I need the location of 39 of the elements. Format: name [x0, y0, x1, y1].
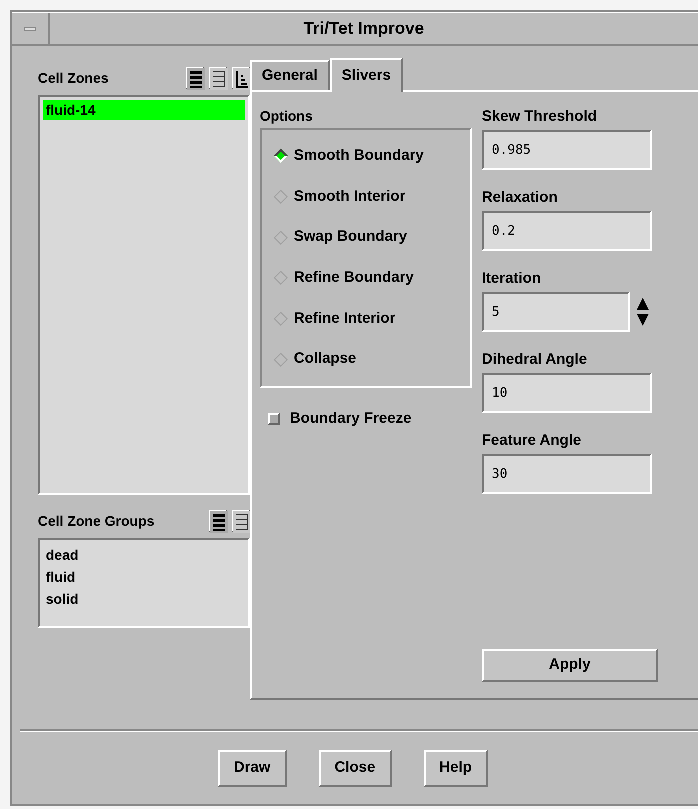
list-label: Cell Zones — [38, 68, 109, 88]
select-all-icon[interactable] — [209, 510, 227, 532]
input-field[interactable]: 5 — [482, 292, 630, 332]
input-field[interactable]: 10 — [482, 373, 652, 413]
field-label: Relaxation — [482, 188, 559, 208]
radio-option[interactable]: Refine Interior — [276, 308, 470, 330]
input-field[interactable]: 0.985 — [482, 130, 652, 170]
minus-icon — [24, 26, 36, 30]
list-item[interactable]: dead — [46, 544, 242, 566]
apply-button[interactable]: Apply — [482, 649, 658, 682]
radio-option[interactable]: Smooth Interior — [276, 186, 470, 208]
radio-option[interactable]: Smooth Boundary — [276, 145, 470, 168]
field-label: Dihedral Angle — [482, 350, 588, 370]
list-item[interactable]: solid — [46, 588, 242, 610]
field-label: Iteration — [482, 269, 542, 289]
deselect-all-icon[interactable] — [232, 510, 250, 532]
tab[interactable]: General — [250, 60, 330, 90]
input-field[interactable]: 30 — [482, 454, 652, 494]
select-all-icon[interactable] — [186, 67, 204, 89]
radio-option[interactable]: Swap Boundary — [276, 226, 470, 249]
list-label: Cell Zone Groups — [38, 512, 155, 531]
window-title: Tri/Tet Improve — [302, 18, 426, 40]
input-field[interactable]: 0.2 — [482, 211, 652, 251]
list-item[interactable]: fluid-14 — [43, 100, 245, 120]
sort-icon[interactable] — [232, 67, 250, 89]
radio-option[interactable]: Collapse — [276, 348, 470, 371]
field-label: Skew Threshold — [482, 107, 598, 127]
checkbox-option[interactable]: Boundary Freeze — [268, 408, 482, 430]
field-label: Feature Angle — [482, 431, 582, 451]
dialog-button[interactable]: Close — [318, 750, 392, 786]
checkbox[interactable] — [268, 413, 280, 426]
list-item[interactable]: fluid — [46, 566, 242, 588]
spinner-icon[interactable] — [636, 297, 650, 327]
dialog-button[interactable]: Draw — [218, 750, 287, 786]
tab[interactable]: Slivers — [330, 58, 404, 92]
deselect-all-icon[interactable] — [209, 67, 227, 89]
radio-option[interactable]: Refine Boundary — [276, 267, 470, 290]
dialog-button[interactable]: Help — [424, 750, 488, 786]
group-label: Options — [260, 107, 314, 126]
